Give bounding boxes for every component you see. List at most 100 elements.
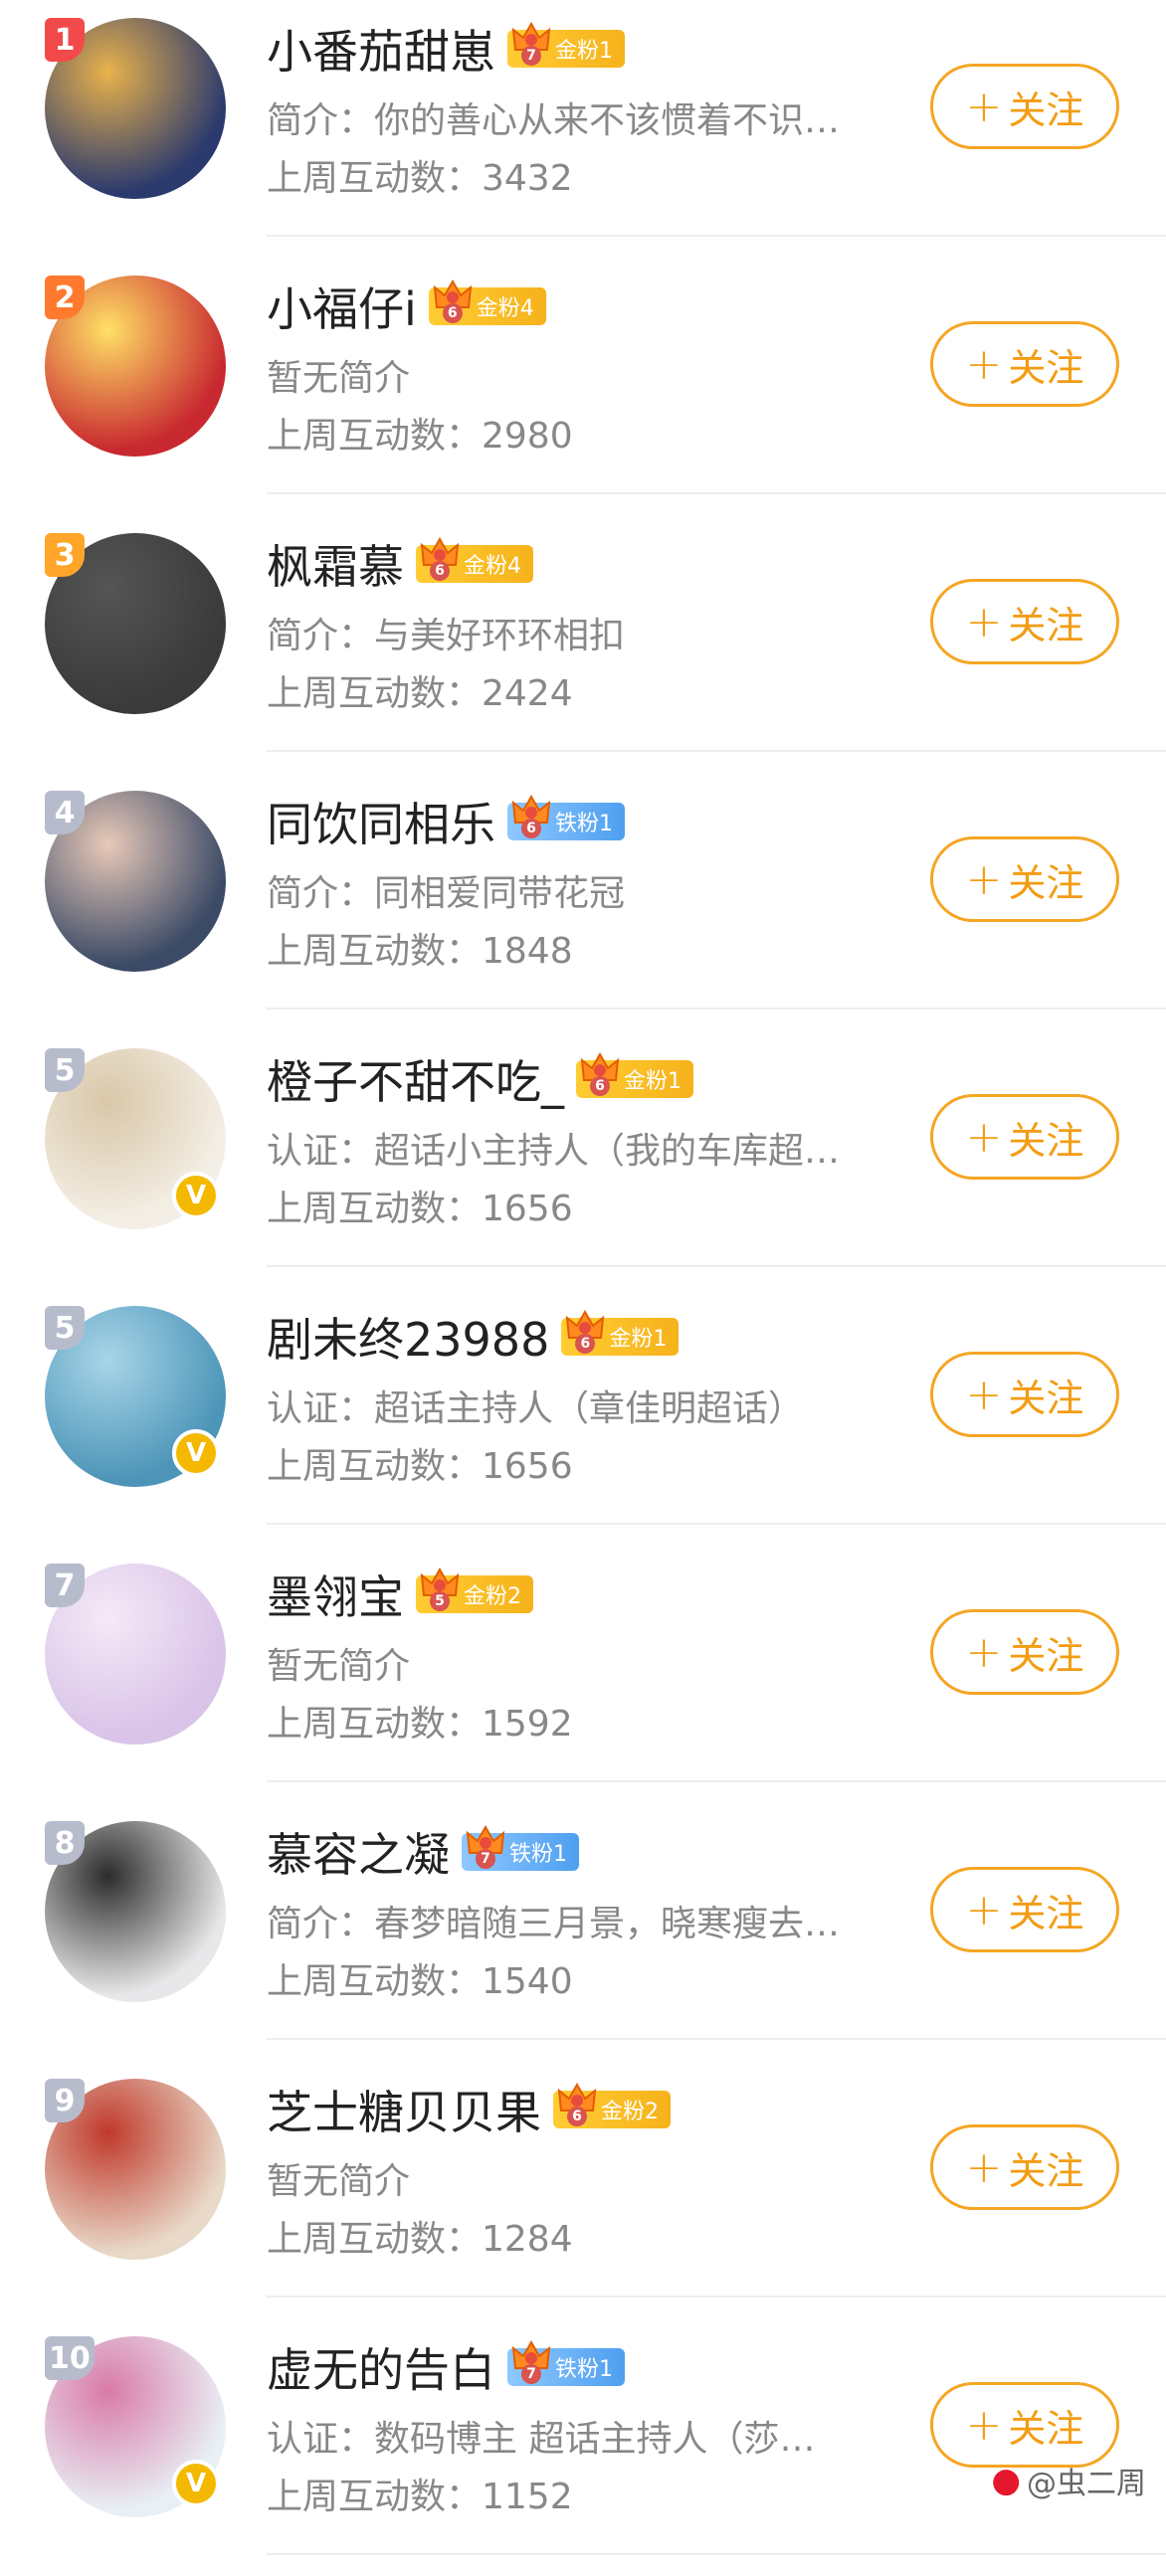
name-line: 墨翎宝 5 金粉2 <box>267 1564 533 1625</box>
crown-icon: 7 <box>511 2339 551 2384</box>
watermark: ● @虫二周 <box>991 2459 1146 2502</box>
fan-level-badge: 6 金粉4 <box>428 278 546 325</box>
plus-icon: + <box>965 853 1003 905</box>
follow-label: 关注 <box>1008 1376 1084 1420</box>
crown-icon: 7 <box>466 1824 505 1869</box>
badge-level: 7 <box>521 46 541 66</box>
follow-label: 关注 <box>1008 2406 1084 2451</box>
follow-button[interactable]: + 关注 <box>930 1094 1119 1180</box>
interaction-count: 上周互动数：1848 <box>267 931 573 972</box>
user-name[interactable]: 剧未终23988 <box>267 1304 549 1370</box>
divider <box>267 235 1166 237</box>
name-line: 同饮同相乐 6 铁粉1 <box>267 791 625 852</box>
crown-icon: 7 <box>511 21 551 66</box>
badge-level: 5 <box>430 1591 450 1611</box>
user-name[interactable]: 小福仔i <box>267 274 417 339</box>
name-line: 小番茄甜崽 7 金粉1 <box>267 18 625 80</box>
user-name[interactable]: 慕容之凝 <box>267 1819 450 1885</box>
plus-icon: + <box>965 81 1003 132</box>
fan-level-badge: 6 金粉1 <box>561 1309 680 1356</box>
name-line: 小福仔i 6 金粉4 <box>267 276 546 337</box>
interaction-count: 上周互动数：1656 <box>267 1189 573 1229</box>
divider <box>267 2296 1166 2298</box>
follow-button[interactable]: + 关注 <box>930 64 1119 149</box>
list-item[interactable]: 4 同饮同相乐 6 铁粉1 简介：同相爱同带花冠 上周互动数：1848 + 关注 <box>0 773 1166 1030</box>
avatar-container[interactable]: 5V <box>45 1048 226 1229</box>
crown-icon: 6 <box>511 794 551 838</box>
list-item[interactable]: 10 V 虚无的告白 7 铁粉1 认证：数码博主 超话主持人（莎… 上周互动数：1152 + 关… <box>0 2318 1166 2576</box>
list-item[interactable]: 1 小番茄甜崽 7 金粉1 简介：你的善心从来不该惯着不识… 上周互动数：3432 + 关注 <box>0 0 1166 258</box>
interaction-count: 上周互动数：1592 <box>267 1704 573 1745</box>
follow-label: 关注 <box>1008 88 1084 132</box>
crown-icon: 6 <box>580 1051 620 1096</box>
list-item[interactable]: 8 慕容之凝 7 铁粉1 简介：春梦暗随三月景，晓寒瘦去… 上周互动数：1540 + 关注 <box>0 1803 1166 2061</box>
follow-button[interactable]: + 关注 <box>930 321 1119 407</box>
fan-level-badge: 5 金粉2 <box>416 1566 533 1613</box>
plus-icon: + <box>965 1369 1003 1420</box>
avatar-container[interactable]: 3 <box>45 533 226 714</box>
avatar-container[interactable]: 8 <box>45 1821 226 2002</box>
badge-level: 6 <box>430 561 450 581</box>
badge-level: 6 <box>567 2107 587 2126</box>
follow-label: 关注 <box>1008 1118 1084 1163</box>
avatar-container[interactable]: 1 <box>45 18 226 199</box>
fan-level-badge: 7 金粉1 <box>507 21 625 68</box>
follow-button[interactable]: + 关注 <box>930 2382 1119 2468</box>
avatar-container[interactable]: 7 <box>45 1564 226 1745</box>
rank-badge: 10 <box>45 2336 95 2380</box>
fan-level-badge: 7 铁粉1 <box>507 2339 625 2386</box>
crown-icon: 6 <box>433 278 473 323</box>
list-item[interactable]: 7 墨翎宝 5 金粉2 暂无简介 上周互动数：1592 + 关注 <box>0 1546 1166 1803</box>
plus-icon: + <box>965 1884 1003 1935</box>
list-item[interactable]: 5 V 橙子不甜不吃_ 6 金粉1 认证：超话小主持人（我的车库超… 上周互动数：1656 +… <box>0 1030 1166 1288</box>
user-intro: 认证：超话主持人（章佳明超话） <box>267 1388 805 1429</box>
crown-icon: 6 <box>420 536 460 581</box>
avatar-container[interactable]: 4 <box>45 791 226 972</box>
verified-icon: V <box>172 2460 220 2507</box>
watermark-text: @虫二周 <box>1027 2467 1146 2501</box>
follow-button[interactable]: + 关注 <box>930 2124 1119 2210</box>
interaction-count: 上周互动数：2424 <box>267 673 573 714</box>
user-intro: 简介：春梦暗随三月景，晓寒瘦去… <box>267 1904 841 1944</box>
badge-label: 金粉4 <box>464 554 521 579</box>
interaction-count: 上周互动数：1540 <box>267 1961 573 2002</box>
follow-button[interactable]: + 关注 <box>930 1352 1119 1437</box>
avatar-container[interactable]: 5V <box>45 1306 226 1487</box>
plus-icon: + <box>965 596 1003 647</box>
badge-level: 7 <box>476 1849 495 1869</box>
list-item[interactable]: 5 V 剧未终23988 6 金粉1 认证：超话主持人（章佳明超话） 上周互动数：1656 +… <box>0 1288 1166 1546</box>
list-item[interactable]: 2 小福仔i 6 金粉4 暂无简介 上周互动数：2980 + 关注 <box>0 258 1166 515</box>
user-name[interactable]: 小番茄甜崽 <box>267 16 495 82</box>
divider <box>267 492 1166 494</box>
divider <box>267 2038 1166 2040</box>
user-name[interactable]: 墨翎宝 <box>267 1562 404 1627</box>
weibo-icon: ● <box>991 2461 1021 2500</box>
plus-icon: + <box>965 2399 1003 2451</box>
user-name[interactable]: 芝士糖贝贝果 <box>267 2077 541 2142</box>
badge-label: 金粉2 <box>601 2100 659 2124</box>
avatar-container[interactable]: 2 <box>45 276 226 457</box>
badge-label: 金粉1 <box>609 1327 668 1352</box>
follow-button[interactable]: + 关注 <box>930 579 1119 664</box>
verified-icon: V <box>172 1172 220 1219</box>
user-name[interactable]: 橙子不甜不吃_ <box>267 1046 564 1112</box>
follow-button[interactable]: + 关注 <box>930 1867 1119 1952</box>
follow-button[interactable]: + 关注 <box>930 836 1119 922</box>
interaction-count: 上周互动数：1656 <box>267 1446 573 1487</box>
follow-button[interactable]: + 关注 <box>930 1609 1119 1695</box>
crown-icon: 5 <box>420 1566 460 1611</box>
user-name[interactable]: 同饮同相乐 <box>267 789 495 854</box>
name-line: 虚无的告白 7 铁粉1 <box>267 2336 625 2398</box>
avatar-container[interactable]: 10 V <box>45 2336 226 2517</box>
fan-level-badge: 6 铁粉1 <box>507 794 625 840</box>
list-item[interactable]: 9 芝士糖贝贝果 6 金粉2 暂无简介 上周互动数：1284 + 关注 <box>0 2061 1166 2318</box>
user-intro: 简介：你的善心从来不该惯着不识… <box>267 100 841 141</box>
avatar-container[interactable]: 9 <box>45 2079 226 2260</box>
badge-label: 金粉2 <box>464 1584 521 1609</box>
user-name[interactable]: 枫霜慕 <box>267 531 404 597</box>
list-item[interactable]: 3 枫霜慕 6 金粉4 简介：与美好环环相扣 上周互动数：2424 + 关注 <box>0 515 1166 773</box>
badge-level: 6 <box>442 303 463 323</box>
interaction-count: 上周互动数：3432 <box>267 158 573 199</box>
user-name[interactable]: 虚无的告白 <box>267 2334 495 2400</box>
follow-label: 关注 <box>1008 603 1084 647</box>
